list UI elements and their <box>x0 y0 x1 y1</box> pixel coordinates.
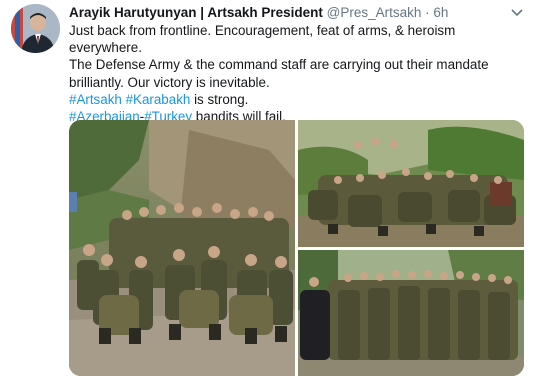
separator-dot: · <box>425 5 430 20</box>
media-grid <box>69 120 524 376</box>
hashtag-link[interactable]: #Karabakh <box>126 92 191 107</box>
photo-soldiers-mountain-road[interactable] <box>69 120 295 376</box>
tweet[interactable]: Arayik Harutyunyan | Artsakh President @… <box>0 0 535 383</box>
hashtag-link[interactable]: #Artsakh <box>69 92 122 107</box>
avatar-image <box>11 4 60 53</box>
tweet-text-fragment: is strong. <box>190 91 249 107</box>
tweet-text: Just back from frontline. Encouragement,… <box>69 22 529 125</box>
photo-soldiers-seated-forest[interactable] <box>298 120 524 247</box>
tweet-text-line: Just back from frontline. Encouragement,… <box>69 23 456 56</box>
tweet-timestamp[interactable]: 6h <box>433 5 448 20</box>
author-handle[interactable]: @Pres_Artsakh <box>327 5 422 20</box>
chevron-down-icon[interactable] <box>509 6 525 20</box>
author-name[interactable]: Arayik Harutyunyan | Artsakh President <box>69 5 323 20</box>
tweet-text-line: The Defense Army & the command staff are… <box>69 57 489 73</box>
avatar[interactable] <box>11 4 60 53</box>
tweet-header: Arayik Harutyunyan | Artsakh President @… <box>69 5 525 23</box>
tweet-text-line: #Artsakh #Karabakh is strong. <box>69 91 529 108</box>
tweet-text-line: brilliantly. Our victory is inevitable. <box>69 74 270 90</box>
photo-soldiers-standing-group[interactable] <box>298 250 524 376</box>
